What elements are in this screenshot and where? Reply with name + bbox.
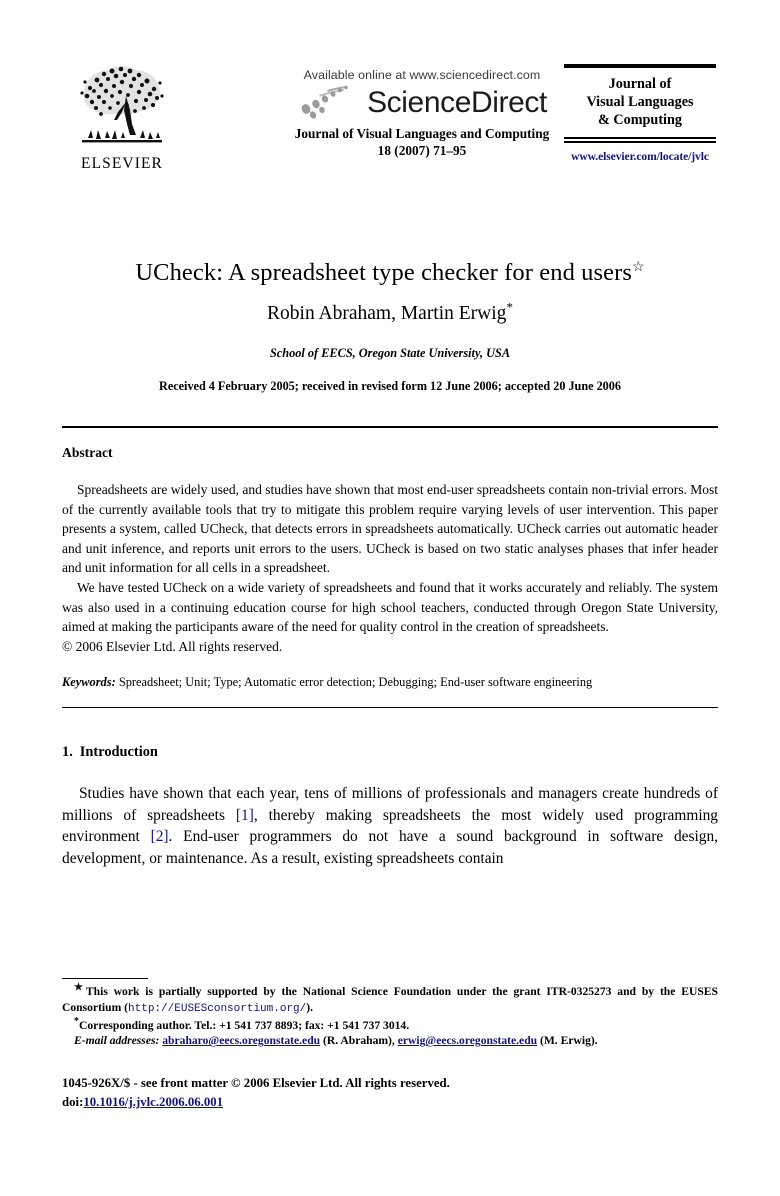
- footnote-star-marker: ★: [74, 982, 86, 994]
- page-title: UCheck: A spreadsheet type checker for e…: [62, 258, 718, 288]
- sciencedirect-wordmark: ScienceDirect: [367, 86, 547, 119]
- abstract-heading: Abstract: [62, 445, 113, 460]
- available-online-text: Available online at www.sciencedirect.co…: [303, 68, 541, 82]
- keywords-line: Keywords: Spreadsheet; Unit; Type; Autom…: [62, 675, 718, 690]
- corresponding-author-marker[interactable]: *: [506, 300, 513, 315]
- doi-link[interactable]: 10.1016/j.jvlc.2006.06.001: [83, 1095, 223, 1109]
- euses-consortium-link[interactable]: http://EUSESconsortium.org/: [128, 1003, 306, 1015]
- email-owner-abraham: (R. Abraham),: [323, 1034, 395, 1048]
- journal-box-title: Journal of Visual Languages & Computing: [564, 75, 716, 129]
- journal-name-line: Journal of Visual Languages and Computin…: [294, 126, 550, 141]
- masthead: ELSEVIER Available online at www.science…: [62, 62, 718, 192]
- paper-title-text: UCheck: A spreadsheet type checker for e…: [135, 259, 632, 286]
- received-dates: Received 4 February 2005; received in re…: [159, 379, 621, 393]
- title-footnote-marker[interactable]: ☆: [632, 260, 645, 275]
- journal-title-box: Journal of Visual Languages & Computing …: [564, 64, 716, 163]
- author-list: Robin Abraham, Martin Erwig*: [62, 300, 718, 325]
- title-block: UCheck: A spreadsheet type checker for e…: [62, 258, 718, 394]
- sciencedirect-swoosh-icon: [301, 85, 348, 119]
- sciencedirect-logo: ScienceDirect: [222, 83, 622, 123]
- introduction-paragraph-1: Studies have shown that each year, tens …: [62, 783, 718, 869]
- abstract-paragraph-2: We have tested UCheck on a wide variety …: [62, 579, 718, 635]
- journal-box-top-rule: [564, 64, 716, 68]
- footnotes-block: ★This work is partially supported by the…: [62, 978, 718, 1049]
- abstract-copyright: © 2006 Elsevier Ltd. All rights reserved…: [62, 638, 283, 654]
- email-link-erwig[interactable]: erwig@eecs.oregonstate.edu: [398, 1034, 537, 1047]
- issn-copyright-line: 1045-926X/$ - see front matter © 2006 El…: [62, 1076, 450, 1090]
- bottom-matter: 1045-926X/$ - see front matter © 2006 El…: [62, 1074, 450, 1111]
- journal-homepage-link[interactable]: www.elsevier.com/locate/jvlc: [564, 150, 716, 163]
- citation-link-2[interactable]: [2]: [151, 828, 169, 845]
- author-names: Robin Abraham, Martin Erwig: [267, 303, 507, 324]
- section-number: 1.: [62, 744, 73, 761]
- elsevier-wordmark: ELSEVIER: [81, 155, 163, 172]
- journal-box-title-line2: Visual Languages: [586, 94, 694, 110]
- footnote-funding-text-2: ).: [306, 1000, 314, 1014]
- keywords-bottom-rule: [62, 707, 718, 709]
- email-link-abraham[interactable]: abraharo@eecs.oregonstate.edu: [162, 1034, 320, 1047]
- footnote-texts: ★This work is partially supported by the…: [62, 982, 718, 1049]
- corresponding-author-text: Corresponding author. Tel.: +1 541 737 8…: [79, 1018, 410, 1032]
- doi-label: doi:: [62, 1094, 84, 1109]
- elsevier-logo: ELSEVIER: [70, 62, 174, 173]
- keywords-label: Keywords:: [62, 675, 116, 690]
- journal-box-bottom-rule: [564, 137, 716, 143]
- section-heading-introduction: 1. Introduction: [62, 744, 718, 761]
- introduction-body: Studies have shown that each year, tens …: [62, 783, 718, 869]
- email-owner-erwig: (M. Erwig).: [540, 1034, 598, 1048]
- journal-box-title-line1: Journal of: [608, 76, 672, 92]
- abstract-paragraph-1: Spreadsheets are widely used, and studie…: [62, 482, 718, 576]
- footnote-separator-rule: [62, 978, 148, 979]
- journal-article-page: ELSEVIER Available online at www.science…: [0, 62, 780, 1196]
- abstract-body: Spreadsheets are widely used, and studie…: [62, 480, 718, 656]
- footnote-corresponding-author: *Corresponding author. Tel.: +1 541 737 …: [62, 1016, 718, 1034]
- abstract-top-rule: [62, 426, 718, 428]
- email-addresses-label: E-mail addresses:: [74, 1034, 160, 1048]
- volume-pages-line: 18 (2007) 71–95: [377, 143, 467, 158]
- keywords-value: Spreadsheet; Unit; Type; Automatic error…: [118, 675, 593, 690]
- abstract-section: Abstract Spreadsheets are widely used, a…: [62, 445, 718, 690]
- citation-link-1[interactable]: [1]: [236, 807, 254, 824]
- footnote-funding: ★This work is partially supported by the…: [62, 982, 718, 1018]
- affiliation: School of EECS, Oregon State University,…: [269, 346, 511, 360]
- doi-line: doi:10.1016/j.jvlc.2006.06.001: [62, 1093, 450, 1112]
- sciencedirect-block: Available online at www.sciencedirect.co…: [222, 68, 622, 159]
- footnote-emails: E-mail addresses: abraharo@eecs.oregonst…: [62, 1033, 718, 1049]
- elsevier-tree-icon: [80, 66, 164, 143]
- section-title: Introduction: [79, 744, 158, 761]
- journal-box-title-line3: & Computing: [598, 112, 682, 128]
